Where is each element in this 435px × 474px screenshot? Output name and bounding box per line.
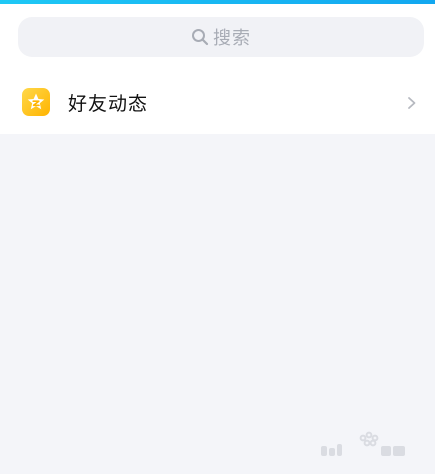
watermark-logo [317,430,409,460]
search-bar[interactable]: 搜索 [18,17,424,57]
list-item-friend-feed[interactable]: 好友动态 [0,70,435,134]
chevron-right-icon [407,95,417,109]
list-item-label: 好友动态 [68,92,149,115]
search-icon [191,28,209,46]
star-badge-icon [22,88,50,116]
feature-list: 好友动态 [0,70,435,134]
search-placeholder: 搜索 [213,28,251,49]
header: 搜索 [0,4,435,70]
